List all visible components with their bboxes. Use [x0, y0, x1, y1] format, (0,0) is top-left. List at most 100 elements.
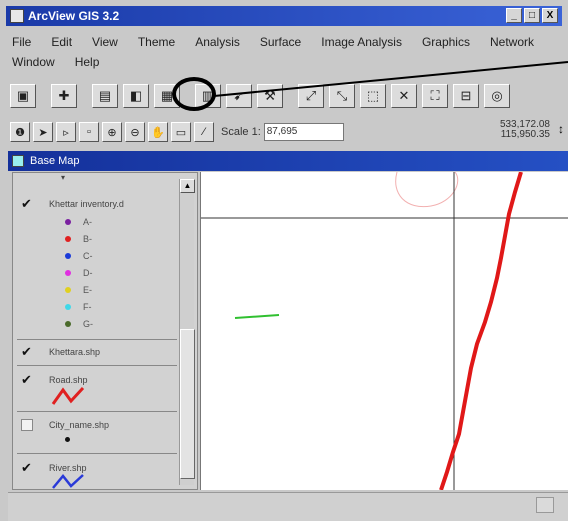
view-title: Base Map — [30, 155, 80, 167]
theme-khettar-inventory[interactable]: ✔ Khettar inventory.d — [21, 197, 124, 211]
add-theme-button[interactable]: ✚ — [51, 84, 77, 108]
query-builder-icon: ⚒ — [264, 88, 276, 103]
faint-feature-circle — [395, 171, 459, 208]
scroll-up-arrow-icon[interactable]: ▲ — [180, 179, 195, 193]
theme-name: Khettara.shp — [49, 347, 101, 357]
measure-icon: ▭ — [175, 126, 187, 139]
measure-tool[interactable]: ▭ — [171, 122, 191, 142]
menu-edit[interactable]: Edit — [51, 34, 72, 50]
app-globe-icon — [10, 9, 24, 23]
zoom-in-button[interactable]: ✕ — [391, 84, 417, 108]
menu-theme[interactable]: Theme — [138, 34, 175, 50]
minimize-button[interactable]: _ — [506, 8, 522, 23]
map-display[interactable] — [200, 171, 568, 491]
select-none-button[interactable]: ◎ — [484, 84, 510, 108]
menu-bar: File Edit View Theme Analysis Surface Im… — [12, 34, 564, 74]
title-bar: ArcView GIS 3.2 _ □ X — [6, 6, 562, 26]
tool-bar: ❶ ➤ ▹ ▫ ⊕ ⊖ ✋ ▭ ⁄ Scale 1: 87,695 — [10, 120, 566, 144]
legend-item: D- — [65, 268, 93, 278]
theme-visible-check[interactable]: ✔ — [21, 373, 35, 387]
save-icon: ▣ — [16, 88, 30, 103]
legend-dot — [65, 219, 71, 225]
hotlink-tool[interactable]: ⁄ — [194, 122, 214, 142]
legend-item: F- — [65, 302, 92, 312]
toc-scrollbar[interactable]: ▲ — [179, 179, 195, 485]
theme-name: River.shp — [49, 463, 87, 473]
menu-window[interactable]: Window — [12, 54, 55, 70]
zoom-to-selected-button[interactable]: ⬚ — [360, 84, 386, 108]
legend-item: A- — [65, 217, 92, 227]
theme-divider — [17, 453, 177, 454]
theme-khettara[interactable]: ✔ Khettara.shp — [21, 345, 100, 359]
legend-item: E- — [65, 285, 92, 295]
scale-input[interactable]: 87,695 — [263, 123, 344, 141]
legend-label: G- — [83, 319, 93, 329]
identify-tool[interactable]: ❶ — [10, 122, 30, 142]
legend-dot — [65, 304, 71, 310]
pan-tool[interactable]: ✋ — [148, 122, 168, 142]
close-button[interactable]: X — [542, 8, 558, 23]
zoom-previous-icon: ⊟ — [460, 88, 472, 103]
zoom-previous-button[interactable]: ⊟ — [453, 84, 479, 108]
legend-dot — [65, 253, 71, 259]
theme-name: City_name.shp — [49, 420, 110, 430]
up-down-arrow-icon: ↕ — [558, 122, 564, 136]
legend-dot — [65, 236, 71, 242]
menu-analysis[interactable]: Analysis — [195, 34, 240, 50]
save-button[interactable]: ▣ — [10, 84, 36, 108]
zoom-to-themes-icon: ⤡ — [336, 88, 348, 103]
select-none-icon: ◎ — [491, 88, 503, 103]
maximize-button[interactable]: □ — [524, 8, 540, 23]
locate-address-icon: ➹ — [233, 88, 245, 103]
theme-visible-check[interactable]: ✔ — [21, 461, 35, 475]
menu-view[interactable]: View — [92, 34, 118, 50]
legend-label: F- — [83, 302, 92, 312]
status-button[interactable] — [536, 497, 554, 513]
legend-item: G- — [65, 319, 93, 329]
menu-image-analysis[interactable]: Image Analysis — [321, 34, 402, 50]
theme-visible-checkbox[interactable] — [21, 419, 33, 431]
query-builder-button[interactable]: ⚒ — [257, 84, 283, 108]
theme-properties-button[interactable]: ▤ — [92, 84, 118, 108]
vertex-edit-tool[interactable]: ▹ — [56, 122, 76, 142]
theme-partial: ▾ — [61, 173, 66, 182]
hotlink-icon: ⁄ — [203, 126, 205, 138]
theme-name: Khettar inventory.d — [49, 199, 124, 209]
edit-legend-button[interactable]: ◧ — [123, 84, 149, 108]
zoom-out-button[interactable]: ⛶ — [422, 84, 448, 108]
city-point-symbol — [65, 437, 70, 442]
menu-graphics[interactable]: Graphics — [422, 34, 470, 50]
select-feature-tool[interactable]: ▫ — [79, 122, 99, 142]
theme-visible-check[interactable]: ✔ — [21, 197, 35, 211]
theme-visible-check[interactable]: ✔ — [21, 345, 35, 359]
theme-name: Road.shp — [49, 375, 88, 385]
zoom-out-tool[interactable]: ⊖ — [125, 122, 145, 142]
zoom-to-themes-button[interactable]: ⤡ — [329, 84, 355, 108]
menu-help[interactable]: Help — [75, 54, 100, 70]
theme-properties-icon: ▤ — [98, 88, 112, 103]
legend-label: B- — [83, 234, 92, 244]
view-icon — [12, 155, 24, 167]
legend-label: D- — [83, 268, 93, 278]
theme-city-name[interactable]: City_name.shp — [21, 419, 109, 431]
legend-label: C- — [83, 251, 93, 261]
pointer-tool[interactable]: ➤ — [33, 122, 53, 142]
river-feature-segment[interactable] — [234, 314, 280, 319]
menu-surface[interactable]: Surface — [260, 34, 301, 50]
zoom-out-icon: ⛶ — [430, 88, 440, 103]
window-controls: _ □ X — [506, 8, 558, 23]
select-feature-icon: ▫ — [87, 126, 91, 138]
add-theme-icon: ✚ — [58, 88, 70, 103]
coordinate-y: 115,950.35 — [500, 129, 550, 140]
scroll-thumb[interactable] — [180, 329, 195, 479]
locate-address-button[interactable]: ➹ — [226, 84, 252, 108]
menu-file[interactable]: File — [12, 34, 31, 50]
map-canvas[interactable] — [201, 171, 568, 491]
zoom-in-tool[interactable]: ⊕ — [102, 122, 122, 142]
zoom-full-extent-button[interactable]: ⤢ — [298, 84, 324, 108]
view-title-bar: Base Map — [8, 151, 568, 171]
road-feature[interactable] — [439, 171, 523, 491]
menu-network[interactable]: Network — [490, 34, 534, 50]
theme-divider — [17, 411, 177, 412]
window-title: ArcView GIS 3.2 — [28, 9, 120, 23]
